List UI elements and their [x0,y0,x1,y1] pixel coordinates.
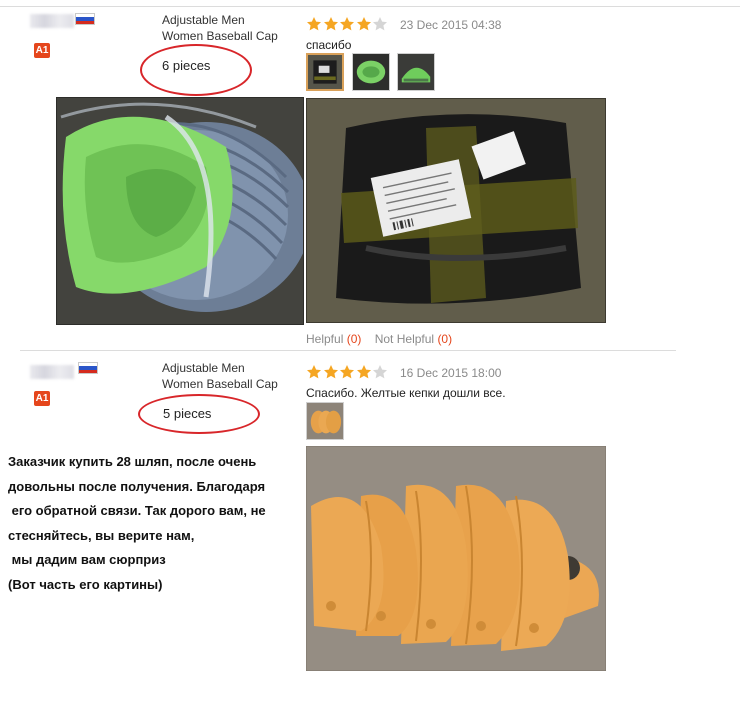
photo-thumbnail-orange-caps[interactable] [306,402,344,440]
promo-text: Заказчик купить 28 шляп, после очень дов… [8,454,266,592]
star-icon-filled [307,17,321,31]
photo-thumbnail-green-caps-side[interactable] [397,53,435,91]
product-name-line-2[interactable]: Women Baseball Cap [162,28,278,44]
review-comment: спасибо [306,38,352,52]
helpful-button[interactable]: Helpful (0) [306,332,361,346]
star-rating [306,364,389,380]
star-icon-empty [373,365,387,379]
star-icon-empty [373,17,387,31]
star-icon-filled [323,365,338,379]
review-comment: Спасибо. Желтые кепки дошли все. [306,386,506,400]
helpful-count: (0) [346,332,362,346]
russia-flag-icon [75,13,95,25]
star-rating [306,16,389,32]
photo-thumbnail-green-caps[interactable] [352,53,390,91]
review-photo-orange-caps[interactable] [306,446,606,671]
product-name-line-2[interactable]: Women Baseball Cap [162,376,278,392]
helpful-label[interactable]: Helpful [306,332,343,346]
star-icon-filled [323,17,338,31]
helpful-votes: Helpful (0) Not Helpful (0) [306,332,452,346]
quantity-note: 5 pieces [163,406,212,421]
product-name-line-1[interactable]: Adjustable Men [162,360,278,376]
not-helpful-label[interactable]: Not Helpful [375,332,434,346]
russia-flag-icon [78,362,98,374]
not-helpful-count: (0) [437,332,453,346]
quantity-note: 6 pieces [162,58,211,73]
star-icon-filled [356,17,371,31]
star-icon-filled [340,365,354,379]
review-divider [20,350,676,351]
star-icon-filled [356,365,371,379]
product-name[interactable]: Adjustable Men Women Baseball Cap [162,12,278,44]
buyer-level-badge: A1 [34,391,50,406]
star-icon-filled [307,365,321,379]
star-icon-filled [340,17,354,31]
reviewer-name-blurred [30,365,74,379]
top-divider [0,6,740,7]
photo-thumbnail-black-package[interactable] [306,53,344,91]
not-helpful-button[interactable]: Not Helpful (0) [375,332,452,346]
review-date: 16 Dec 2015 18:00 [400,366,502,380]
product-name-line-1[interactable]: Adjustable Men [162,12,278,28]
product-name[interactable]: Adjustable Men Women Baseball Cap [162,360,278,392]
buyer-level-badge: A1 [34,43,50,58]
reviewer-name-blurred [30,14,74,28]
review-date: 23 Dec 2015 04:38 [400,18,502,32]
review-photo-package[interactable] [306,98,606,323]
review-photo-green-caps[interactable] [56,97,304,325]
